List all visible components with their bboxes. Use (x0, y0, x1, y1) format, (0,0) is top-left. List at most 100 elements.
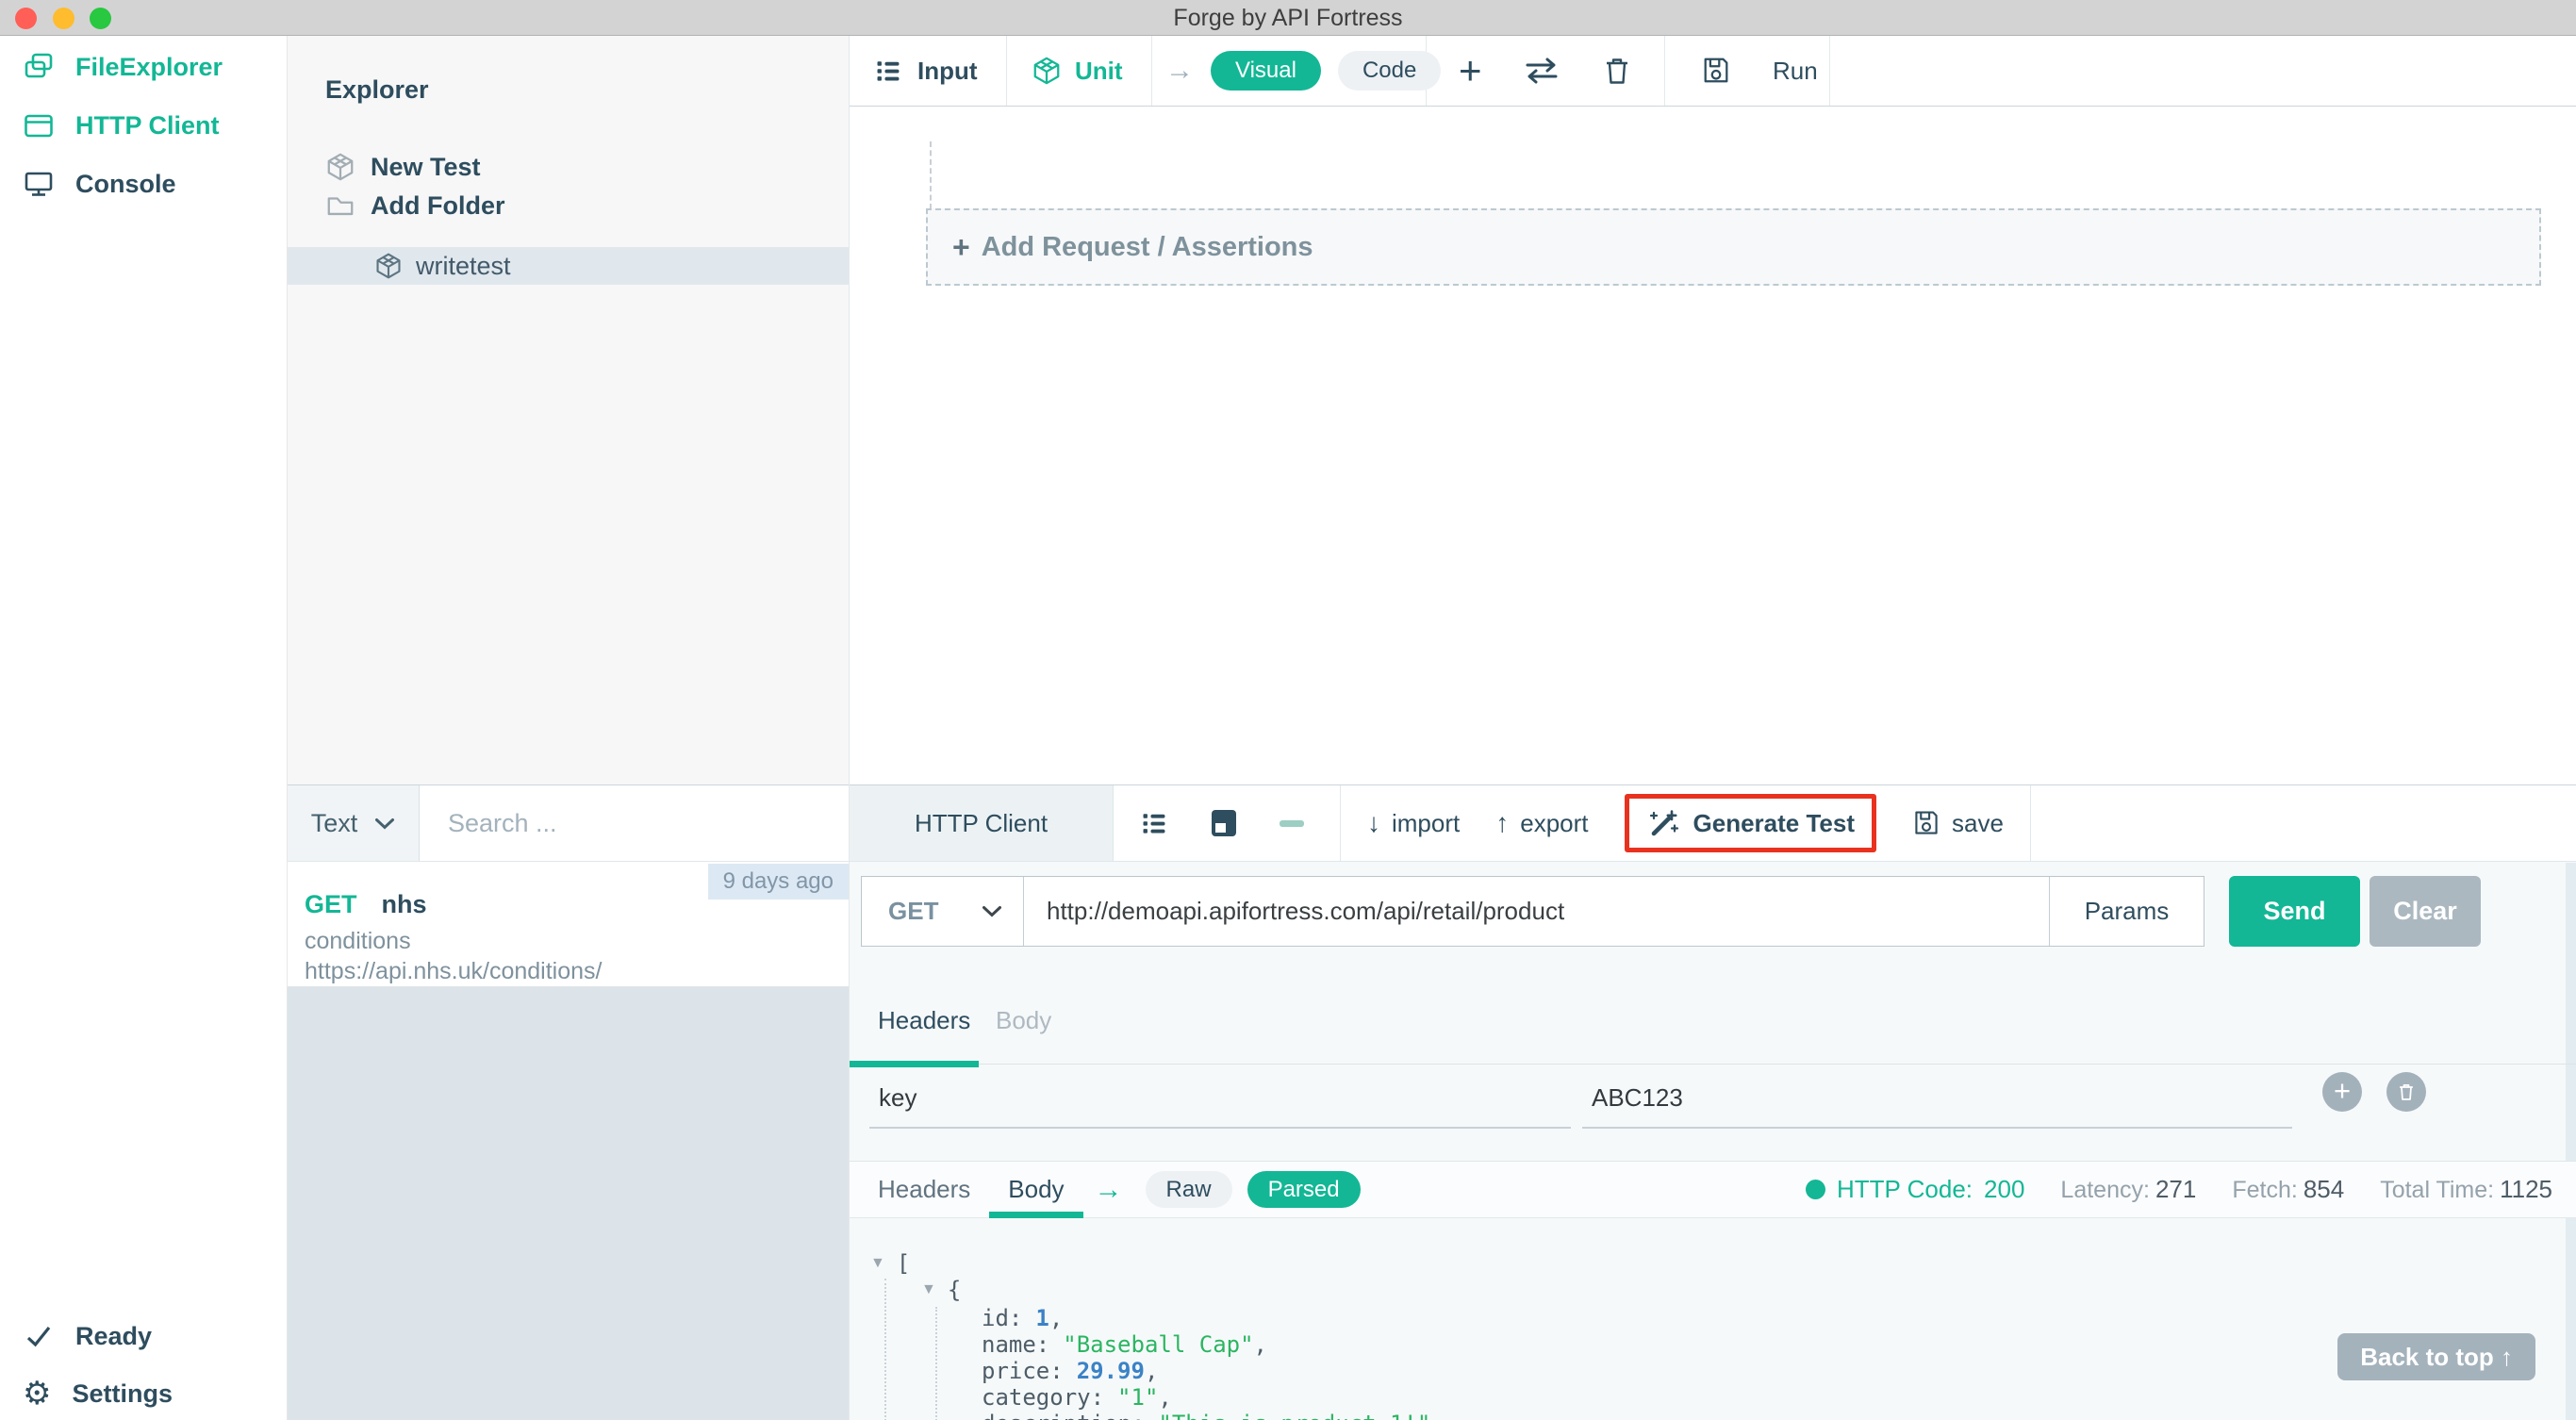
gear-icon: ⚙ (23, 1375, 51, 1412)
method-select[interactable]: GET (862, 877, 1024, 946)
http-client-actions: ↓ import ↑ export (1341, 794, 2030, 852)
header-value-input[interactable] (1582, 1074, 2292, 1129)
run-button[interactable]: Run (1773, 57, 1818, 86)
sidebar-item-http-client[interactable]: HTTP Client (0, 99, 287, 152)
flow-connector-line (930, 141, 932, 209)
back-to-top-button[interactable]: Back to top ↑ (2337, 1333, 2535, 1380)
sidebar-item-file-explorer[interactable]: FileExplorer (0, 41, 287, 93)
history-list-item[interactable]: 9 days ago GETnhs conditions https://api… (288, 862, 849, 987)
response-body-viewer: ▼ [ ▼ { id: 1 , name: "Baseball Cap" , (850, 1218, 2576, 1420)
latency-stat: Latency:271 (2060, 1175, 2196, 1204)
json-string-value: "This is product 1!" (1158, 1411, 1430, 1420)
history-panel: Text 9 days ago GETnhs conditions https:… (288, 784, 849, 1420)
json-line: ▼ { (850, 1277, 2520, 1303)
tab-response-headers[interactable]: Headers (878, 1175, 970, 1204)
http-client-icon (23, 109, 55, 141)
new-test-button[interactable]: New Test (288, 146, 849, 188)
arrow-up-icon: ↑ (1495, 808, 1509, 838)
json-comma: , (1049, 1305, 1063, 1331)
input-label: Input (917, 57, 978, 86)
clear-button[interactable]: Clear (2370, 876, 2481, 947)
send-button[interactable]: Send (2229, 876, 2360, 947)
url-input[interactable] (1024, 877, 2050, 946)
url-field-group: GET Params (861, 876, 2204, 947)
expander-icon[interactable]: ▼ (921, 1281, 936, 1298)
chevron-down-icon (982, 905, 1002, 917)
composer-canvas: + Add Request / Assertions (850, 107, 2576, 784)
magic-wand-icon (1646, 807, 1680, 839)
sidebar-item-label: HTTP Client (75, 111, 220, 140)
history-search (420, 785, 849, 861)
history-item-title: GETnhs (305, 890, 427, 919)
export-button[interactable]: ↑ export (1495, 808, 1588, 838)
sidebar-item-settings[interactable]: ⚙ Settings (0, 1367, 287, 1420)
export-label: export (1520, 809, 1588, 838)
sidebar-item-label: Settings (72, 1379, 173, 1409)
history-age-badge: 9 days ago (708, 864, 849, 900)
add-folder-label: Add Folder (371, 191, 505, 221)
json-string-value: "1" (1117, 1384, 1158, 1411)
status-label: Ready (75, 1322, 152, 1351)
chevron-down-icon (374, 817, 395, 830)
arrow-down-icon: ↓ (1367, 808, 1380, 838)
request-url-row: GET Params Send Clear (850, 862, 2576, 967)
save-floppy-icon[interactable] (1701, 56, 1731, 86)
json-line: category: "1" , (850, 1384, 2520, 1411)
save-label: save (1952, 809, 2004, 838)
new-test-label: New Test (371, 153, 481, 182)
history-item-name: nhs (382, 890, 427, 918)
add-header-button[interactable]: + (2322, 1072, 2362, 1112)
filter-type-dropdown[interactable]: Text (288, 785, 420, 861)
test-cube-icon (325, 152, 355, 182)
input-button[interactable]: Input (850, 36, 1007, 106)
save-run-group: Run (1665, 36, 1830, 106)
fetch-value: 854 (2304, 1175, 2344, 1203)
tree-item-writetest[interactable]: writetest (288, 247, 849, 285)
raw-toggle[interactable]: Raw (1146, 1171, 1232, 1209)
sidebar-item-label: FileExplorer (75, 53, 223, 82)
trash-icon[interactable] (1602, 56, 1632, 86)
trash-icon (2397, 1082, 2416, 1101)
header-row: + (850, 1065, 2576, 1162)
save-request-button[interactable]: save (1912, 809, 2004, 838)
add-request-assertions-button[interactable]: + Add Request / Assertions (926, 208, 2541, 286)
params-button[interactable]: Params (2050, 877, 2204, 946)
method-value: GET (888, 897, 938, 926)
delete-header-button[interactable] (2386, 1072, 2426, 1112)
json-key: name: (982, 1331, 1049, 1358)
generate-test-button-highlighted[interactable]: Generate Test (1625, 794, 1876, 852)
unit-cube-icon (1032, 56, 1062, 86)
tab-request-headers[interactable]: Headers (878, 1006, 970, 1035)
import-label: import (1392, 809, 1460, 838)
add-folder-button[interactable]: Add Folder (288, 185, 849, 226)
list-view-icon[interactable] (1140, 809, 1168, 837)
unit-button[interactable]: Unit (1007, 36, 1152, 106)
json-key: id: (982, 1305, 1022, 1331)
json-comma: , (1145, 1358, 1158, 1384)
arrow-right-icon: → (1095, 1174, 1123, 1206)
generate-test-label: Generate Test (1693, 809, 1855, 838)
sidebar-item-console[interactable]: Console (0, 157, 287, 210)
http-client-title: HTTP Client (850, 785, 1114, 861)
expander-icon[interactable]: ▼ (870, 1255, 885, 1272)
console-monitor-icon (23, 168, 55, 200)
json-number-value: 1 (1035, 1305, 1049, 1331)
tab-request-body[interactable]: Body (996, 1006, 1051, 1035)
add-component-button[interactable]: + (1459, 51, 1482, 91)
code-mode-toggle[interactable]: Code (1338, 51, 1441, 91)
unit-label: Unit (1075, 57, 1123, 86)
header-key-input[interactable] (869, 1074, 1571, 1129)
parsed-toggle[interactable]: Parsed (1247, 1171, 1361, 1209)
panel-view-icon[interactable] (1210, 808, 1238, 838)
json-key: category: (982, 1384, 1104, 1411)
save-floppy-icon (1912, 809, 1940, 837)
folder-icon (325, 190, 355, 221)
minimize-panel-icon[interactable] (1280, 820, 1304, 827)
import-button[interactable]: ↓ import (1367, 808, 1460, 838)
transfer-icon[interactable] (1523, 57, 1560, 85)
search-input[interactable] (420, 808, 849, 839)
visual-mode-toggle[interactable]: Visual (1211, 51, 1321, 91)
total-time-value: 1125 (2500, 1175, 2552, 1203)
composer-actions: + (1427, 36, 1665, 106)
tab-response-body[interactable]: Body (1008, 1175, 1064, 1204)
